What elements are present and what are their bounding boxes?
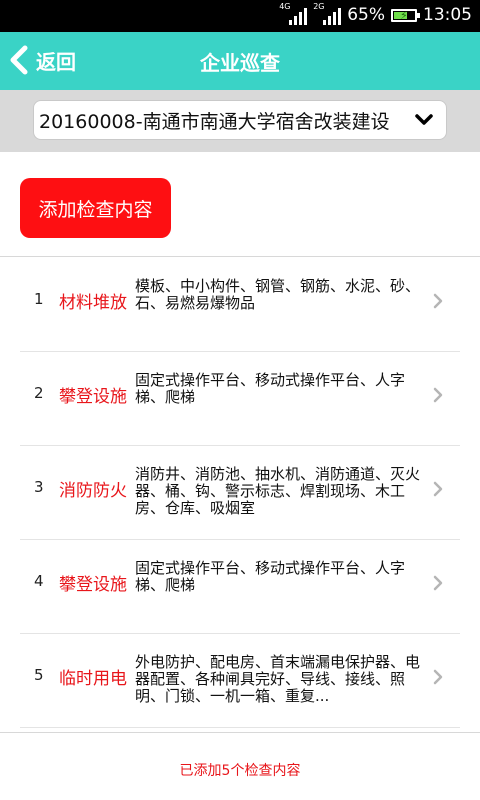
clock: 13:05 (423, 5, 472, 25)
list-item[interactable]: 1 材料堆放 模板、中小构件、钢管、钢筋、水泥、砂、石、易燃易爆物品 (20, 258, 460, 352)
project-dropdown-value: 20160008-南通市南通大学宿舍改装建设 (39, 110, 390, 133)
app-header: 返回 企业巡查 (0, 32, 480, 90)
item-number: 4 (34, 572, 44, 590)
item-category: 消防防火 (59, 481, 127, 501)
item-number: 1 (34, 290, 44, 308)
chevron-right-icon (433, 669, 443, 685)
item-number: 5 (34, 666, 44, 684)
item-category: 攀登设施 (59, 575, 127, 595)
item-description: 固定式操作平台、移动式操作平台、人字梯、爬梯 (135, 559, 406, 594)
item-category: 材料堆放 (59, 293, 127, 313)
list-item[interactable]: 3 消防防火 消防井、消防池、抽水机、消防通道、灭火器、桶、钩、警示标志、焊割现… (20, 446, 460, 540)
selector-band: 20160008-南通市南通大学宿舍改装建设 (0, 90, 480, 152)
project-dropdown[interactable]: 20160008-南通市南通大学宿舍改装建设 (33, 100, 447, 140)
list-item[interactable]: 2 攀登设施 固定式操作平台、移动式操作平台、人字梯、爬梯 (20, 352, 460, 446)
item-category: 攀登设施 (59, 387, 127, 407)
added-count-text: 已添加5个检查内容 (179, 763, 301, 779)
signal-2g-icon: 2G (313, 2, 342, 25)
chevron-right-icon (433, 293, 443, 309)
status-bar: 4G 2G 65% ⚡ 13:05 (0, 0, 480, 32)
chevron-right-icon (433, 387, 443, 403)
battery-icon: ⚡ (391, 8, 420, 22)
item-number: 3 (34, 478, 44, 496)
page-title: 企业巡查 (200, 51, 280, 75)
chevron-right-icon (433, 481, 443, 497)
chevron-down-icon (415, 114, 433, 125)
battery-percent: 65% (347, 5, 385, 25)
item-description: 外电防护、配电房、首末端漏电保护器、电器配置、各种闸具完好、导线、接线、照明、门… (135, 653, 421, 705)
list-item[interactable]: 5 临时用电 外电防护、配电房、首末端漏电保护器、电器配置、各种闸具完好、导线、… (20, 634, 460, 728)
item-description: 固定式操作平台、移动式操作平台、人字梯、爬梯 (135, 371, 406, 406)
item-description: 模板、中小构件、钢管、钢筋、水泥、砂、石、易燃易爆物品 (135, 277, 421, 312)
divider (0, 256, 480, 257)
footer-divider (0, 732, 480, 733)
item-description: 消防井、消防池、抽水机、消防通道、灭火器、桶、钩、警示标志、焊割现场、木工房、仓… (135, 465, 421, 517)
item-number: 2 (34, 384, 44, 402)
signal-4g-icon: 4G (279, 2, 308, 25)
item-category: 临时用电 (59, 669, 127, 689)
list-item[interactable]: 4 攀登设施 固定式操作平台、移动式操作平台、人字梯、爬梯 (20, 540, 460, 634)
add-inspection-button[interactable]: 添加检查内容 (20, 178, 171, 238)
chevron-right-icon (433, 575, 443, 591)
